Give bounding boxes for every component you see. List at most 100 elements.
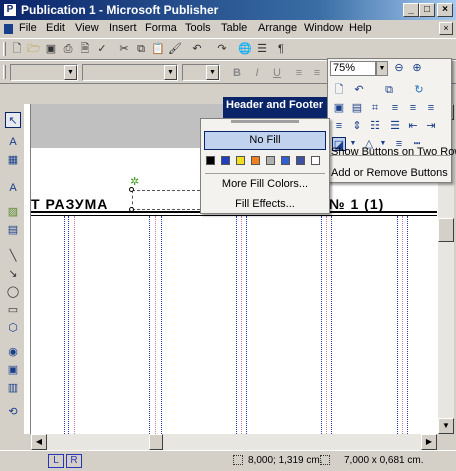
insert-hyperlink-icon[interactable]: 🌐 <box>238 42 252 56</box>
scroll-left-icon[interactable]: ◀ <box>31 434 47 450</box>
color-swatch[interactable] <box>266 156 275 165</box>
horizontal-scrollbar[interactable]: ◀ ▶ <box>31 434 437 450</box>
vertical-ruler[interactable] <box>24 104 31 434</box>
close-button[interactable]: × <box>437 3 453 17</box>
toolbar-grip[interactable] <box>3 65 6 79</box>
align-left-icon[interactable]: ≡ <box>388 101 402 115</box>
bold-button[interactable]: B <box>230 66 244 80</box>
insert-table-icon[interactable]: ▦ <box>5 152 21 168</box>
scroll-down-icon[interactable]: ▼ <box>438 418 454 434</box>
columns-icon[interactable]: ☰ <box>255 42 269 56</box>
text-box-icon[interactable]: A <box>5 134 21 150</box>
color-swatch[interactable] <box>236 156 245 165</box>
vertical-scroll-thumb[interactable] <box>438 218 454 242</box>
line-icon[interactable]: ╲ <box>5 248 21 264</box>
paste-icon[interactable]: 📋 <box>151 42 165 56</box>
font-size-combo[interactable]: ▼ <box>182 64 220 81</box>
new-icon[interactable]: 🗋 <box>10 42 24 56</box>
picture-frame-icon[interactable]: ▨ <box>5 204 21 220</box>
rotate-handle-icon[interactable]: ✲ <box>130 175 139 188</box>
horizontal-scroll-thumb[interactable] <box>149 434 163 450</box>
italic-button[interactable]: I <box>250 66 264 80</box>
align-center-icon[interactable]: ≡ <box>406 101 420 115</box>
color-swatch[interactable] <box>281 156 290 165</box>
minimize-button[interactable]: _ <box>403 3 419 17</box>
menu-insert[interactable]: Insert <box>109 22 137 34</box>
align-right-icon[interactable]: ≡ <box>424 101 438 115</box>
print-icon[interactable]: ⎙ <box>61 42 75 56</box>
menu-help[interactable]: Help <box>349 22 372 34</box>
menu-format[interactable]: Forma <box>145 22 177 34</box>
maximize-button[interactable]: □ <box>419 3 435 17</box>
document-icon[interactable] <box>4 24 13 34</box>
insert-page-icon[interactable]: 🗋 <box>332 83 346 97</box>
design-gallery-icon[interactable]: ⟲ <box>5 404 21 420</box>
page-right-button[interactable]: R <box>66 454 82 468</box>
rotate-left-icon[interactable]: ↶ <box>352 83 366 97</box>
open-icon[interactable]: 🗁 <box>27 42 41 56</box>
select-objects-icon[interactable]: ↖ <box>5 112 21 128</box>
autoshapes-icon[interactable]: ⬡ <box>5 320 21 336</box>
color-swatch[interactable] <box>206 156 215 165</box>
menu-window[interactable]: Window <box>304 22 343 34</box>
menu-tools[interactable]: Tools <box>185 22 211 34</box>
redo-icon[interactable]: ↷ <box>215 42 229 56</box>
scroll-right-icon[interactable]: ▶ <box>421 434 437 450</box>
underline-button[interactable]: U <box>270 66 284 80</box>
justify-icon[interactable]: ≡ <box>332 119 346 133</box>
menu-edit[interactable]: Edit <box>46 22 65 34</box>
font-combo[interactable]: ▼ <box>82 64 178 81</box>
color-swatch[interactable] <box>221 156 230 165</box>
menu-arrange[interactable]: Arrange <box>258 22 297 34</box>
zoom-out-icon[interactable]: ⊖ <box>392 61 406 75</box>
format-painter-icon[interactable]: 🖌 <box>168 42 182 56</box>
chevron-down-icon[interactable]: ▼ <box>64 65 77 80</box>
page-left-button[interactable]: L <box>48 454 64 468</box>
rectangle-icon[interactable]: ▭ <box>5 302 21 318</box>
hot-spot-icon[interactable]: ◉ <box>5 344 21 360</box>
print-preview-icon[interactable]: 🗎 <box>78 42 92 56</box>
bullets-icon[interactable]: ☰ <box>388 119 402 133</box>
zoom-in-icon[interactable]: ⊕ <box>410 61 424 75</box>
numbering-icon[interactable]: ☷ <box>368 119 382 133</box>
header-text-right[interactable]: № 1 (1) <box>329 196 419 212</box>
crop-icon[interactable]: ⌗ <box>368 101 382 115</box>
copy-icon[interactable]: ⧉ <box>134 42 148 56</box>
clip-art-icon[interactable]: ▤ <box>5 222 21 238</box>
save-icon[interactable]: ▣ <box>44 42 58 56</box>
form-control-icon[interactable]: ▣ <box>5 362 21 378</box>
color-swatch[interactable] <box>251 156 260 165</box>
header-footer-toolbar[interactable]: Header and Footer <box>223 97 327 119</box>
align-left-icon[interactable]: ≡ <box>292 66 306 80</box>
color-swatch[interactable] <box>296 156 305 165</box>
oval-icon[interactable]: ◯ <box>5 284 21 300</box>
show-buttons-two-rows[interactable]: Show Buttons on Two Rows <box>331 146 456 158</box>
style-combo[interactable]: ▼ <box>10 64 78 81</box>
no-fill-option[interactable]: No Fill <box>204 131 326 150</box>
chevron-down-icon[interactable]: ▼ <box>164 65 177 80</box>
header-text-left[interactable]: Т РАЗУМА <box>31 196 141 212</box>
bring-forward-icon[interactable]: ▣ <box>332 101 346 115</box>
menu-table[interactable]: Table <box>221 22 247 34</box>
zoom-combo[interactable]: 75% <box>330 61 376 76</box>
decrease-indent-icon[interactable]: ⇤ <box>406 119 420 133</box>
menu-drag-handle[interactable] <box>231 120 299 123</box>
add-remove-buttons[interactable]: Add or Remove Buttons <box>331 167 448 179</box>
more-fill-colors[interactable]: More Fill Colors... <box>201 178 329 190</box>
special-characters-icon[interactable]: ¶ <box>274 42 288 56</box>
chevron-down-icon[interactable]: ▼ <box>206 65 219 80</box>
increase-indent-icon[interactable]: ⇥ <box>424 119 438 133</box>
spelling-icon[interactable]: ✓ <box>95 42 109 56</box>
rotate-icon[interactable]: ↻ <box>412 83 426 97</box>
menu-view[interactable]: View <box>75 22 99 34</box>
fill-effects[interactable]: Fill Effects... <box>201 198 329 210</box>
document-close-button[interactable]: × <box>439 22 453 35</box>
publisher-icon[interactable]: P <box>3 3 17 17</box>
align-center-icon[interactable]: ≡ <box>310 66 324 80</box>
menu-file[interactable]: File <box>19 22 37 34</box>
line-spacing-icon[interactable]: ⇕ <box>350 119 364 133</box>
color-swatch[interactable] <box>311 156 320 165</box>
cut-icon[interactable]: ✂ <box>117 42 131 56</box>
group-icon[interactable]: ⧉ <box>382 83 396 97</box>
toolbar-grip[interactable] <box>3 42 6 56</box>
